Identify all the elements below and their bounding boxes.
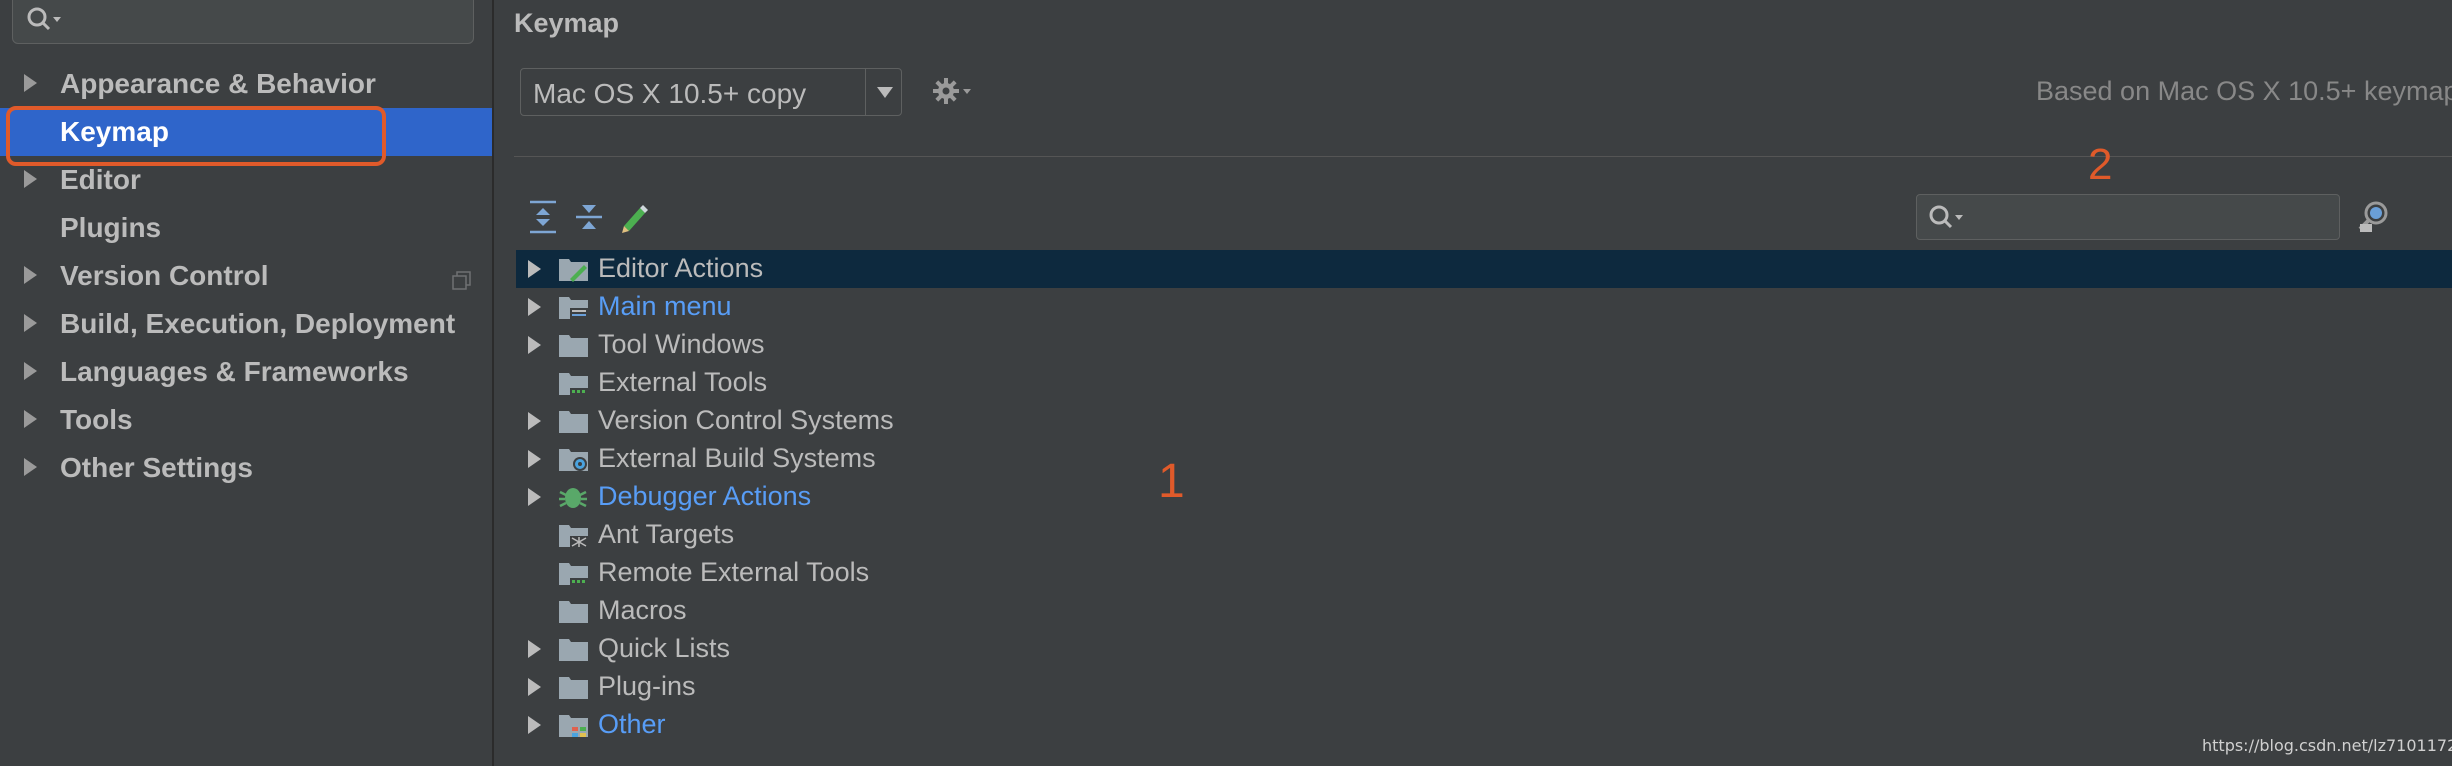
keymap-scheme-value: Mac OS X 10.5+ copy [533, 78, 807, 109]
folder-icon [558, 408, 590, 441]
folder-tools-icon [558, 370, 590, 403]
based-on-label: Based on Mac OS X 10.5+ keymap [2036, 76, 2452, 106]
divider [514, 156, 2452, 157]
folder-menu-icon [558, 294, 590, 327]
tree-row-other[interactable]: Other [516, 706, 2452, 744]
tree-row-main-menu[interactable]: Main menu [516, 288, 2452, 326]
gear-icon[interactable] [932, 76, 974, 111]
tree-row-ant-targets[interactable]: Ant Targets [516, 516, 2452, 554]
tree-row-external-build-systems[interactable]: External Build Systems [516, 440, 2452, 478]
expand-arrow-icon[interactable] [24, 362, 37, 380]
folder-other-icon [558, 712, 590, 745]
folder-ant-icon [558, 522, 590, 555]
folder-gear-icon [558, 446, 590, 479]
folder-icon [558, 674, 590, 707]
expand-all-icon[interactable] [528, 200, 558, 239]
expand-arrow-icon[interactable] [24, 170, 37, 188]
tree-row-label: Debugger Actions [598, 481, 812, 511]
expand-arrow-icon[interactable] [24, 74, 37, 92]
folder-icon [558, 332, 590, 365]
expand-arrow-icon[interactable] [528, 298, 541, 316]
tree-row-label: Quick Lists [598, 633, 731, 663]
tree-row-label: Version Control Systems [598, 405, 894, 435]
sidebar-item-appearance-behavior[interactable]: Appearance & Behavior [0, 60, 492, 108]
expand-arrow-icon[interactable] [528, 336, 541, 354]
sidebar-item-tools[interactable]: Tools [0, 396, 492, 444]
tree-row-tool-windows[interactable]: Tool Windows [516, 326, 2452, 364]
tree-row-macros[interactable]: Macros [516, 592, 2452, 630]
find-by-shortcut-icon[interactable] [2356, 200, 2392, 239]
search-icon [1927, 203, 1969, 238]
keymap-scheme-select[interactable]: Mac OS X 10.5+ copy [520, 68, 902, 116]
settings-search-field[interactable] [12, 0, 474, 44]
annotation-highlight-box [6, 106, 386, 166]
expand-arrow-icon[interactable] [528, 260, 541, 278]
expand-arrow-icon[interactable] [528, 412, 541, 430]
collapse-all-icon[interactable] [574, 200, 604, 239]
expand-arrow-icon[interactable] [528, 450, 541, 468]
tree-row-external-tools[interactable]: External Tools [516, 364, 2452, 402]
expand-arrow-icon[interactable] [24, 458, 37, 476]
annotation-number-1: 1 [1158, 455, 1185, 508]
expand-arrow-icon[interactable] [24, 266, 37, 284]
tree-row-remote-external-tools[interactable]: Remote External Tools [516, 554, 2452, 592]
action-search-field[interactable] [1916, 194, 2340, 240]
sidebar-item-label: Plugins [60, 212, 162, 243]
sidebar-item-label: Languages & Frameworks [60, 356, 409, 387]
expand-arrow-icon[interactable] [24, 410, 37, 428]
pencil-icon[interactable] [618, 200, 650, 239]
sidebar-item-plugins[interactable]: Plugins [0, 204, 492, 252]
tree-row-quick-lists[interactable]: Quick Lists [516, 630, 2452, 668]
tree-row-label: Plug-ins [598, 671, 696, 701]
sidebar-item-label: Editor [60, 164, 141, 195]
tree-row-label: External Tools [598, 367, 768, 397]
tree-row-label: Other [598, 709, 666, 739]
bug-icon [558, 484, 590, 517]
sidebar-item-label: Other Settings [60, 452, 253, 483]
chevron-down-icon[interactable] [877, 87, 893, 98]
sidebar-item-languages-frameworks[interactable]: Languages & Frameworks [0, 348, 492, 396]
sidebar-item-version-control[interactable]: Version Control [0, 252, 492, 300]
sidebar-item-other-settings[interactable]: Other Settings [0, 444, 492, 492]
folder-icon [558, 598, 590, 631]
expand-arrow-icon[interactable] [528, 716, 541, 734]
folder-tools-icon [558, 560, 590, 593]
tree-row-label: Tool Windows [598, 329, 765, 359]
keymap-panel: Keymap Mac OS X 10.5+ copy Based on Mac … [494, 0, 2452, 766]
tree-row-editor-actions[interactable]: Editor Actions [516, 250, 2452, 288]
sidebar-item-label: Version Control [60, 260, 269, 291]
sidebar-item-label: Build, Execution, Deployment [60, 308, 456, 339]
watermark-url: https://blog.csdn.net/lz710117239 [2202, 736, 2452, 755]
tree-row-label: Remote External Tools [598, 557, 870, 587]
settings-sidebar: Appearance & Behavior Keymap Editor Plug… [0, 0, 494, 766]
tree-row-label: Macros [598, 595, 687, 625]
tree-row-debugger-actions[interactable]: Debugger Actions [516, 478, 2452, 516]
folder-editor-icon [558, 256, 590, 289]
tree-row-label: Editor Actions [598, 253, 764, 283]
page-title: Keymap [514, 8, 620, 38]
annotation-number-2: 2 [2088, 140, 2113, 189]
tree-row-plug-ins[interactable]: Plug-ins [516, 668, 2452, 706]
tree-row-label: External Build Systems [598, 443, 876, 473]
tree-row-version-control-systems[interactable]: Version Control Systems [516, 402, 2452, 440]
expand-arrow-icon[interactable] [528, 640, 541, 658]
expand-arrow-icon[interactable] [528, 678, 541, 696]
sidebar-item-label: Tools [60, 404, 133, 435]
expand-arrow-icon[interactable] [528, 488, 541, 506]
folder-icon [558, 636, 590, 669]
tree-row-label: Ant Targets [598, 519, 735, 549]
sidebar-item-label: Appearance & Behavior [60, 68, 376, 99]
select-divider [865, 69, 866, 115]
project-settings-icon [452, 266, 472, 298]
tree-row-label: Main menu [598, 291, 732, 321]
expand-arrow-icon[interactable] [24, 314, 37, 332]
search-icon [25, 5, 67, 40]
sidebar-item-build-execution-deployment[interactable]: Build, Execution, Deployment [0, 300, 492, 348]
actions-tree: Editor Actions Main menu Tool Windows Ex… [516, 250, 2452, 744]
